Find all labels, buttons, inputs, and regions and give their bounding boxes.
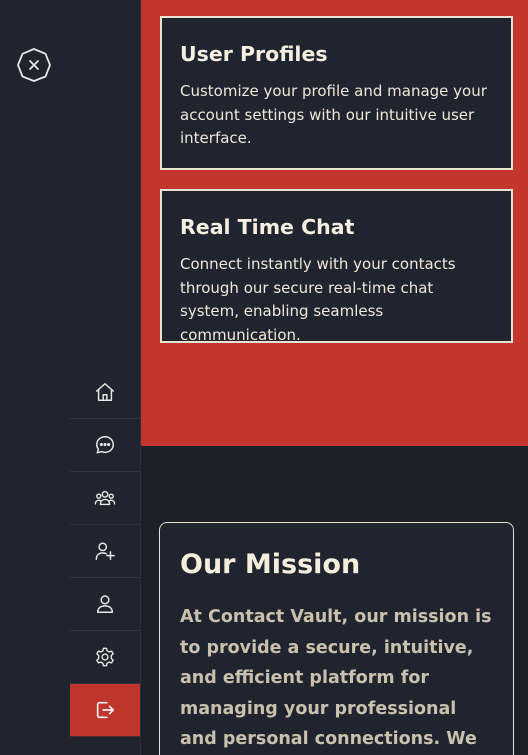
- feature-card-real-time-chat: Real Time Chat Connect instantly with yo…: [160, 189, 513, 344]
- feature-title: User Profiles: [180, 42, 328, 66]
- feature-description: Customize your profile and manage your a…: [180, 82, 487, 147]
- logout-icon: [96, 701, 115, 719]
- nav-item-settings[interactable]: [70, 631, 140, 684]
- nav-item-add-contact[interactable]: [70, 525, 140, 578]
- mission-text: At Contact Vault, our mission is to prov…: [180, 607, 492, 749]
- app-root: User Profiles Customize your profile and…: [0, 0, 528, 755]
- nav-item-profile[interactable]: [70, 578, 140, 631]
- user-icon: [96, 595, 114, 613]
- home-icon: [96, 383, 114, 401]
- chat-bubble-icon: [96, 436, 114, 454]
- group-icon: [94, 490, 116, 506]
- mission-card: Our Mission At Contact Vault, our missio…: [159, 522, 514, 755]
- user-plus-icon: [95, 542, 115, 560]
- sidebar-nav: [70, 366, 140, 737]
- mission-title: Our Mission: [180, 549, 361, 580]
- nav-item-logout[interactable]: [70, 684, 140, 737]
- nav-item-contacts[interactable]: [70, 472, 140, 525]
- close-icon: [17, 48, 51, 82]
- nav-item-home[interactable]: [70, 366, 140, 419]
- nav-item-chat[interactable]: [70, 419, 140, 472]
- sidebar: [0, 0, 141, 755]
- gear-icon: [96, 647, 114, 667]
- feature-title: Real Time Chat: [180, 215, 355, 239]
- feature-card-user-profiles: User Profiles Customize your profile and…: [160, 16, 513, 170]
- close-sidebar-button[interactable]: [16, 47, 52, 83]
- feature-description: Connect instantly with your contacts thr…: [180, 255, 456, 344]
